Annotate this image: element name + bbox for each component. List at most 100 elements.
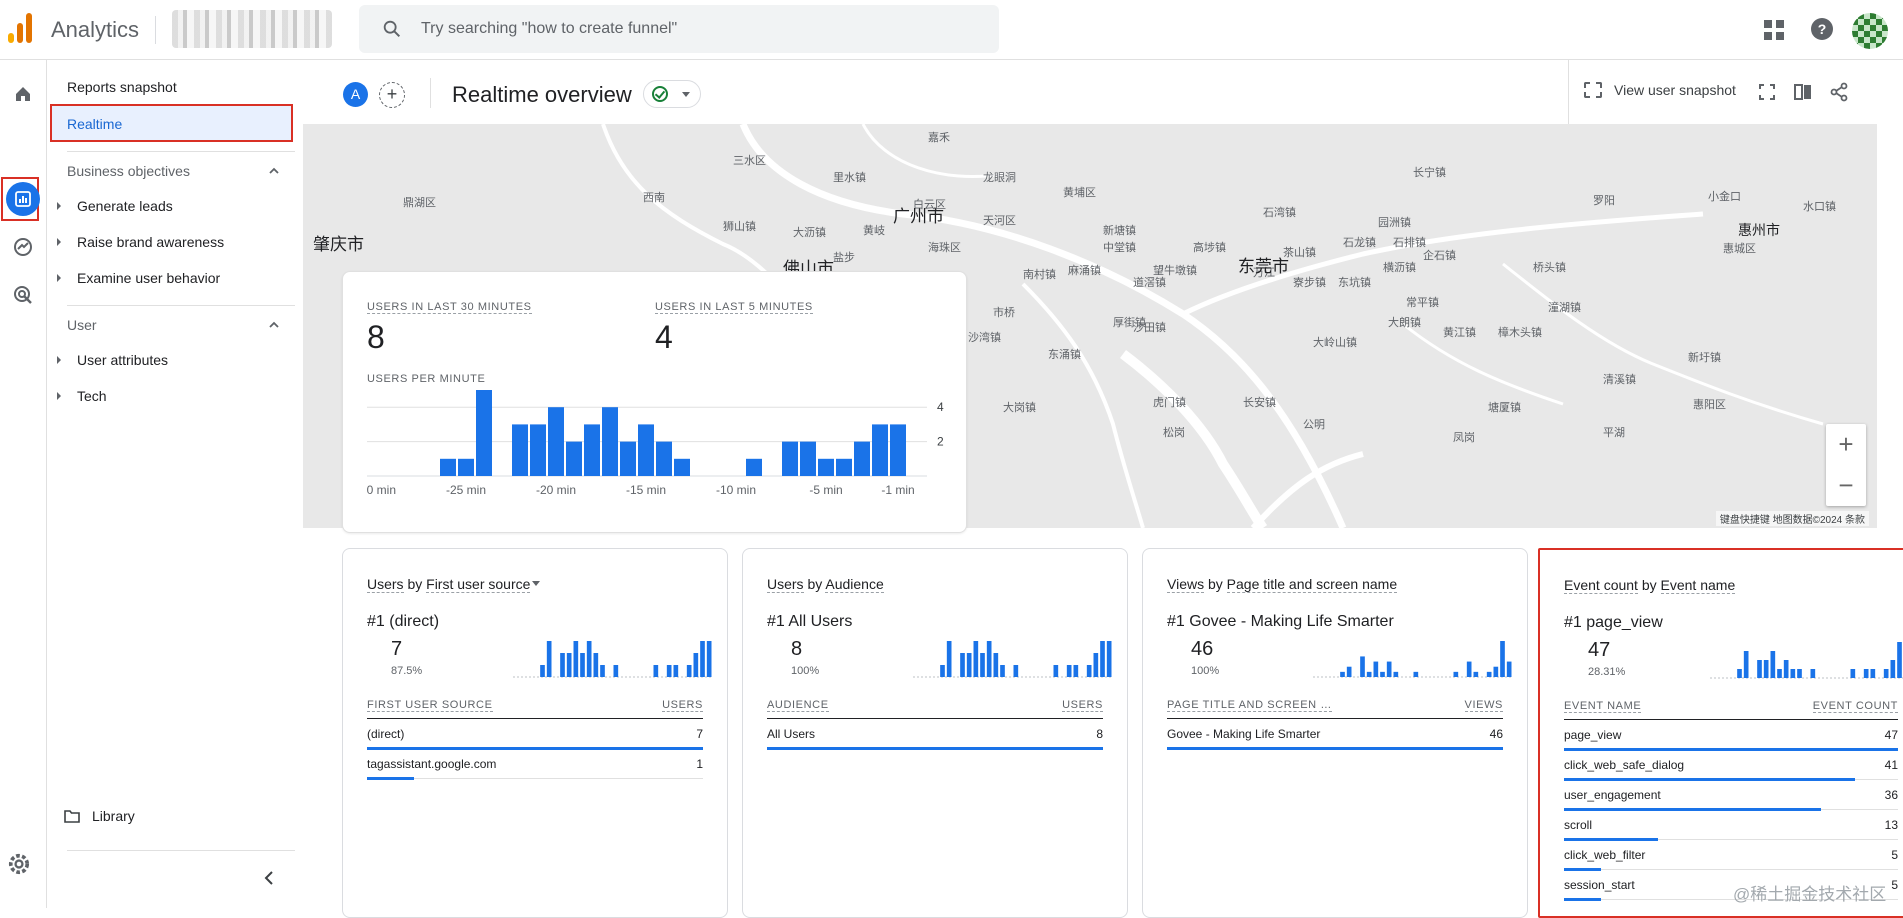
card-dimension-selector[interactable]: First user source <box>426 576 531 593</box>
compare-icon[interactable] <box>1793 82 1813 102</box>
nav-tech[interactable]: Tech <box>57 388 107 404</box>
y-tick-label: 2 <box>937 435 944 449</box>
sparkline-bar <box>1743 651 1749 678</box>
chart-bar[interactable] <box>836 458 852 476</box>
table-row[interactable]: tagassistant.google.com 1 <box>367 751 703 781</box>
map-place-label: 东坑镇 <box>1338 277 1371 289</box>
nav-raise-brand-awareness[interactable]: Raise brand awareness <box>57 234 224 250</box>
x-tick-label: -15 min <box>626 483 666 497</box>
add-comparison-button[interactable]: + <box>379 82 405 108</box>
home-icon[interactable] <box>6 77 40 111</box>
nav-realtime[interactable]: Realtime <box>50 104 293 142</box>
zoom-in-button[interactable]: + <box>1826 424 1866 465</box>
sparkline-bar <box>1073 665 1079 677</box>
map-place-label: 道滘镇 <box>1133 277 1166 289</box>
table-row[interactable]: click_web_filter 5 <box>1564 842 1898 872</box>
card-metric-selector[interactable]: Users <box>767 576 804 593</box>
chart-bar[interactable] <box>566 441 582 476</box>
share-icon[interactable] <box>1829 82 1849 102</box>
account-selector[interactable] <box>172 10 332 48</box>
comparison-chip[interactable]: A <box>343 82 368 107</box>
chart-bar[interactable] <box>872 424 888 476</box>
card-sparkline[interactable] <box>1710 640 1903 680</box>
sparkline-bar <box>993 653 999 677</box>
chart-bar[interactable] <box>638 424 654 476</box>
chart-bar[interactable] <box>674 458 690 476</box>
table-row[interactable]: scroll 13 <box>1564 812 1898 842</box>
search-bar[interactable] <box>359 5 999 53</box>
chart-bar[interactable] <box>746 458 762 476</box>
zoom-out-button[interactable]: − <box>1826 465 1866 506</box>
column-header-dimension[interactable]: AUDIENCE <box>767 699 829 712</box>
chart-bar[interactable] <box>512 424 528 476</box>
nav-library[interactable]: Library <box>64 808 135 824</box>
column-header-metric[interactable]: VIEWS <box>1464 699 1503 712</box>
card-metric-selector[interactable]: Views <box>1167 576 1205 593</box>
chart-bar[interactable] <box>782 441 798 476</box>
section-business-objectives[interactable]: Business objectives <box>67 163 190 179</box>
table-row[interactable]: page_view 47 <box>1564 722 1898 752</box>
chevron-left-icon[interactable] <box>259 868 279 888</box>
nav-examine-user-behavior[interactable]: Examine user behavior <box>57 270 220 286</box>
column-header-metric[interactable]: USERS <box>662 699 703 712</box>
column-header-dimension[interactable]: EVENT NAME <box>1564 700 1642 713</box>
column-header-dimension[interactable]: FIRST USER SOURCE <box>367 699 493 712</box>
nav-user-attributes[interactable]: User attributes <box>57 352 168 368</box>
chart-bar[interactable] <box>656 441 672 476</box>
sparkline-bar <box>1883 669 1889 678</box>
card-dimension-selector[interactable]: Event name <box>1660 577 1736 594</box>
card-metric-selector[interactable]: Event count <box>1564 577 1638 594</box>
nav-reports-snapshot[interactable]: Reports snapshot <box>67 79 177 95</box>
card-dimension-selector[interactable]: Page title and screen name <box>1226 576 1398 593</box>
chart-bar[interactable] <box>602 407 618 476</box>
chart-bar[interactable] <box>530 424 546 476</box>
status-dropdown[interactable] <box>643 80 701 108</box>
analytics-logo-icon[interactable] <box>8 13 34 43</box>
map-attribution[interactable]: 键盘快捷键 地图数据©2024 条款 <box>1715 511 1869 526</box>
table-row[interactable]: All Users 8 <box>767 721 1103 751</box>
column-header-metric[interactable]: EVENT COUNT <box>1812 700 1898 713</box>
search-icon <box>383 20 401 38</box>
card-metric-selector[interactable]: Users <box>367 576 404 593</box>
column-header-metric[interactable]: USERS <box>1062 699 1103 712</box>
help-icon[interactable]: ? <box>1810 17 1834 41</box>
chart-bar[interactable] <box>458 458 474 476</box>
chart-bar[interactable] <box>800 441 816 476</box>
column-header-dimension[interactable]: PAGE TITLE AND SCREEN … <box>1167 699 1332 712</box>
card-dimension-selector[interactable]: Audience <box>825 576 884 593</box>
chart-bar[interactable] <box>584 424 600 476</box>
fullscreen-icon[interactable] <box>1757 82 1777 102</box>
table-row[interactable]: (direct) 7 <box>367 721 703 751</box>
card-sparkline[interactable] <box>1313 639 1513 679</box>
search-input[interactable] <box>421 17 981 41</box>
explore-icon[interactable] <box>6 230 40 264</box>
users-30-min-label[interactable]: USERS IN LAST 30 MINUTES <box>367 301 532 314</box>
row-bar <box>1564 838 1658 841</box>
users-5-min-label[interactable]: USERS IN LAST 5 MINUTES <box>655 301 813 314</box>
chart-bar[interactable] <box>476 390 492 476</box>
chevron-up-icon[interactable] <box>267 164 281 178</box>
nav-generate-leads[interactable]: Generate leads <box>57 198 173 214</box>
users-per-minute-chart[interactable]: 4 2 -30 min -25 min -20 min -15 min -10 min -5 … <box>367 390 947 500</box>
caret-down-icon[interactable] <box>532 581 541 586</box>
map-place-label: 天河区 <box>983 215 1016 227</box>
avatar[interactable] <box>1852 13 1888 49</box>
apps-grid-icon[interactable] <box>1763 19 1785 41</box>
section-user[interactable]: User <box>67 317 97 333</box>
chart-bar[interactable] <box>854 441 870 476</box>
chart-bar[interactable] <box>548 407 564 476</box>
table-row[interactable]: click_web_safe_dialog 41 <box>1564 752 1898 782</box>
chart-bar[interactable] <box>890 424 906 476</box>
chart-bar[interactable] <box>620 441 636 476</box>
chart-bar[interactable] <box>440 458 456 476</box>
view-user-snapshot-button[interactable]: View user snapshot <box>1584 82 1736 98</box>
table-row[interactable]: Govee - Making Life Smarter 46 <box>1167 721 1503 751</box>
table-row[interactable]: user_engagement 36 <box>1564 782 1898 812</box>
advertising-icon[interactable] <box>6 278 40 312</box>
card-sparkline[interactable] <box>513 639 713 679</box>
gear-icon[interactable] <box>8 853 30 875</box>
chevron-up-icon[interactable] <box>267 318 281 332</box>
card-sparkline[interactable] <box>913 639 1113 679</box>
chart-bar[interactable] <box>818 458 834 476</box>
reports-icon[interactable] <box>6 182 40 216</box>
